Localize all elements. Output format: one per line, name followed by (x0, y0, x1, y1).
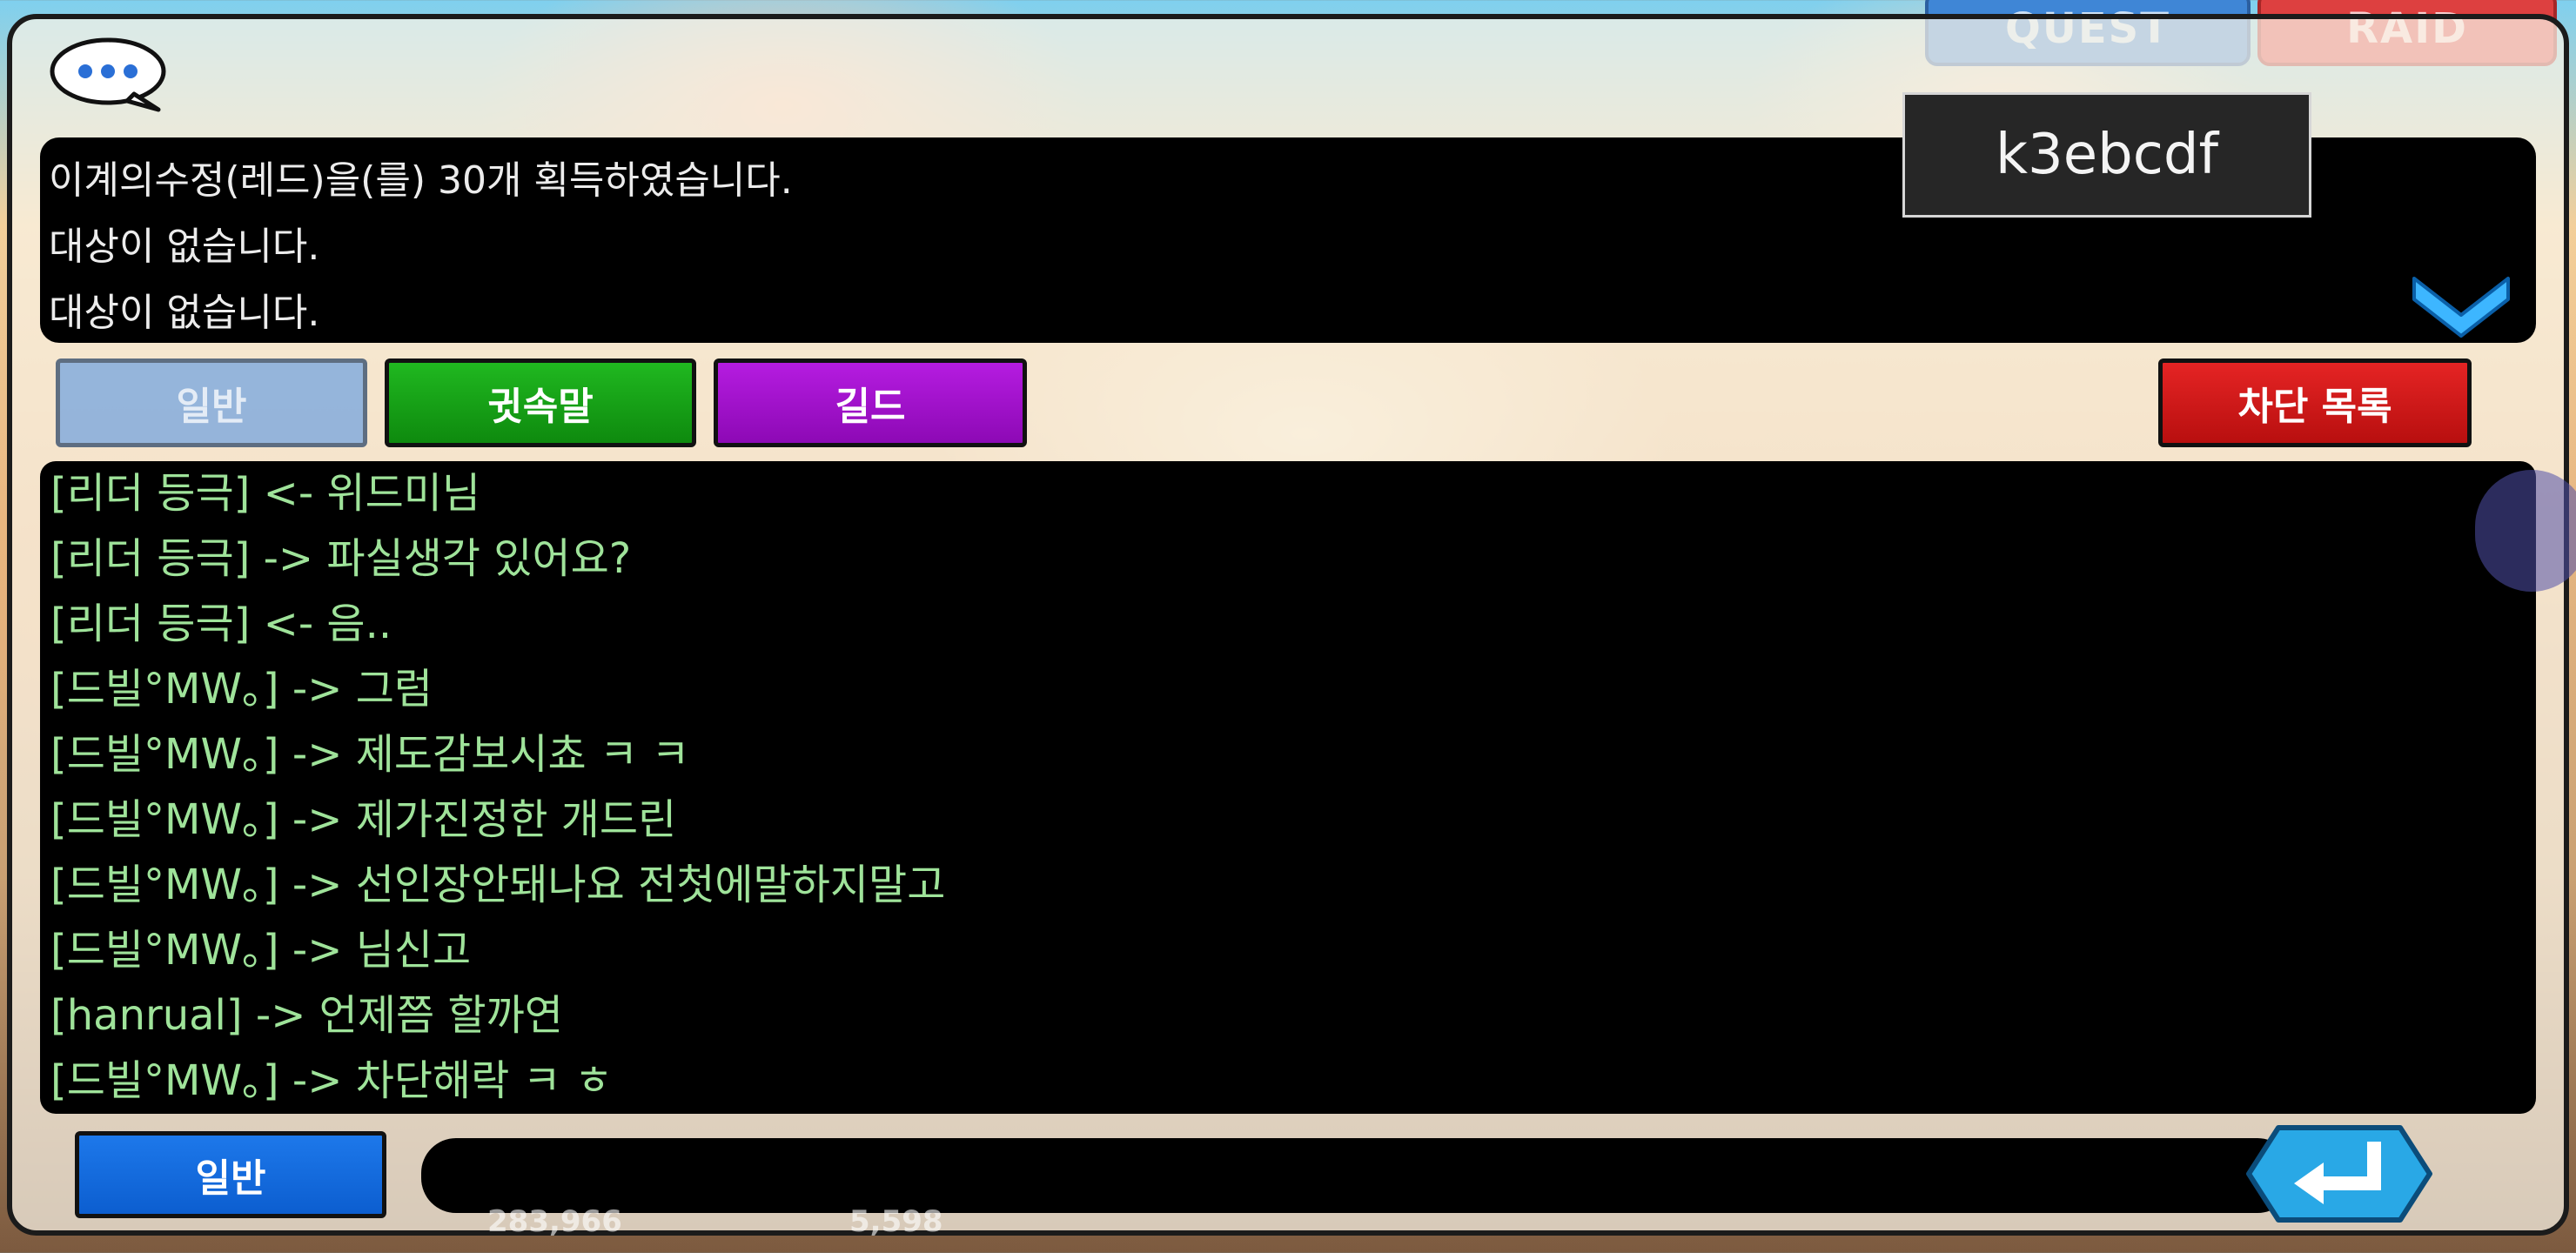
enter-arrow-icon[interactable] (2244, 1122, 2435, 1225)
input-channel-button[interactable]: 일반 (75, 1131, 386, 1218)
chat-message: [드빌°MW。] -> 제가진정한 개드린 (50, 795, 677, 844)
floating-edit-button[interactable] (2475, 470, 2576, 592)
block-list-button[interactable]: 차단 목록 (2158, 358, 2472, 447)
chat-message: [드빌°MW。] -> 님신고 (50, 926, 472, 975)
tab-guild[interactable]: 길드 (714, 358, 1027, 447)
system-log-line: 대상이 없습니다. (49, 291, 320, 335)
gem-amount: 5,598 (849, 1204, 943, 1239)
chat-message: [리더 등극] -> 파실생각 있어요? (50, 534, 632, 583)
system-log-line: 대상이 없습니다. (49, 224, 320, 269)
player-id-label: k3ebcdf (1902, 92, 2311, 218)
chat-message: [드빌°MW。] -> 그럼 (50, 665, 433, 714)
tab-general[interactable]: 일반 (56, 358, 367, 447)
gold-amount: 283,966 (487, 1204, 622, 1239)
speech-bubble-icon[interactable] (47, 37, 169, 113)
message-input[interactable] (421, 1138, 2292, 1213)
chat-message: [드빌°MW。] -> 차단해락 ㅋ ㅎ (50, 1056, 614, 1105)
chat-log[interactable]: [리더 등극] <- 위드미님 [리더 등극] -> 파실생각 있어요? [리더… (40, 461, 2536, 1114)
tab-whisper[interactable]: 귓속말 (385, 358, 696, 447)
chat-message: [리더 등극] <- 위드미님 (50, 469, 481, 518)
chat-message: [드빌°MW。] -> 선인장안돼나요 전첫에말하지말고 (50, 861, 946, 909)
chevron-down-icon[interactable] (2407, 261, 2515, 339)
chat-message: [hanrual] -> 언제쯤 할까연 (50, 991, 563, 1040)
chat-message: [드빌°MW。] -> 제도감보시쵸 ㅋ ㅋ (50, 730, 690, 779)
chat-message: [리더 등극] <- 음.. (50, 600, 392, 648)
